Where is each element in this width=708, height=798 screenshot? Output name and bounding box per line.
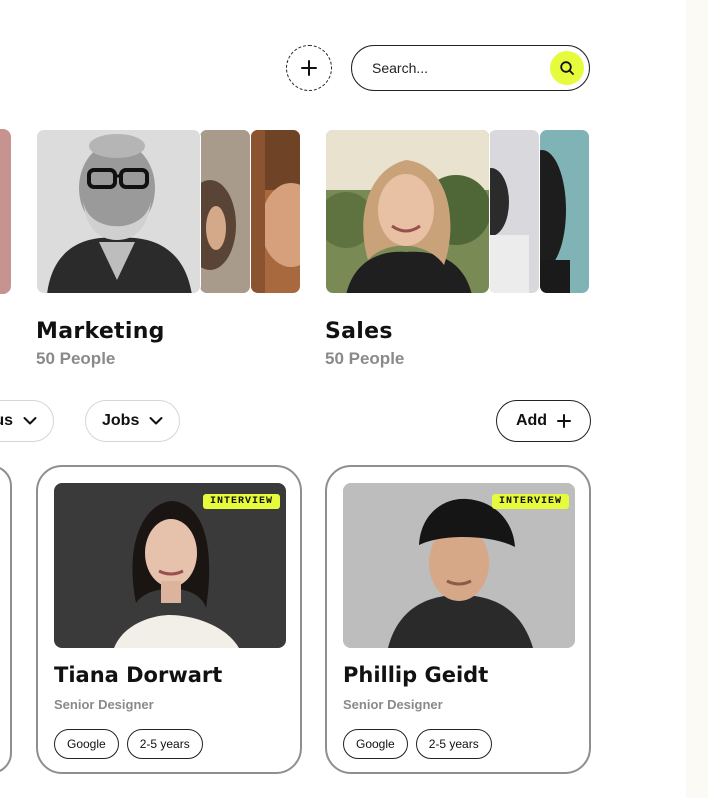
search-button[interactable] xyxy=(550,51,584,85)
person-photo: INTERVIEW xyxy=(343,483,575,648)
search-icon xyxy=(560,61,574,75)
group-member-count: 50 People xyxy=(36,349,116,368)
page-right-edge xyxy=(686,0,708,798)
search-input[interactable] xyxy=(372,60,537,76)
group-title: Marketing xyxy=(36,319,165,344)
status-badge: INTERVIEW xyxy=(491,494,569,509)
search-bar[interactable] xyxy=(351,45,590,91)
add-button-label: Add xyxy=(515,412,548,429)
group-title: Sales xyxy=(325,319,393,344)
tag-experience: 2-5 years xyxy=(126,729,203,759)
plus-icon xyxy=(301,60,317,76)
group-card-marketing[interactable]: Marketing 50 People xyxy=(36,129,302,368)
tag-experience: 2-5 years xyxy=(415,729,492,759)
chevron-down-icon xyxy=(149,417,163,425)
status-badge: INTERVIEW xyxy=(202,494,280,509)
filter-jobs-dropdown[interactable]: Jobs xyxy=(85,400,181,442)
person-photo: INTERVIEW xyxy=(54,483,286,648)
group-card-sales[interactable]: Sales 50 People xyxy=(325,129,591,368)
person-role: Senior Designer xyxy=(54,697,154,712)
member-photo xyxy=(36,129,201,294)
filter-status-dropdown[interactable]: tus xyxy=(0,400,54,442)
plus-icon xyxy=(557,414,572,428)
person-name: Phillip Geidt xyxy=(343,663,489,687)
group-member-count: 50 People xyxy=(325,349,405,368)
member-photo xyxy=(325,129,490,294)
add-group-button[interactable] xyxy=(286,45,332,91)
person-role: Senior Designer xyxy=(343,697,443,712)
person-tags: Google 2-5 years xyxy=(54,729,203,759)
tag-company: Google xyxy=(54,729,119,759)
filter-label: Jobs xyxy=(102,412,140,429)
group-photo-stack xyxy=(36,129,301,294)
person-tags: Google 2-5 years xyxy=(343,729,492,759)
group-photo-stack xyxy=(325,129,590,294)
filter-label: tus xyxy=(0,412,13,429)
group-photo-partial xyxy=(0,129,11,294)
tag-company: Google xyxy=(343,729,408,759)
add-button[interactable]: Add xyxy=(496,400,591,442)
member-photo xyxy=(250,129,301,294)
chevron-down-icon xyxy=(23,417,37,425)
member-photo xyxy=(539,129,590,294)
person-card[interactable]: INTERVIEW Phillip Geidt Senior Designer … xyxy=(325,465,591,774)
person-name: Tiana Dorwart xyxy=(54,663,223,687)
member-photo xyxy=(199,129,251,294)
member-photo xyxy=(488,129,540,294)
person-card[interactable]: INTERVIEW Tiana Dorwart Senior Designer … xyxy=(36,465,302,774)
person-card-partial[interactable] xyxy=(0,465,12,774)
